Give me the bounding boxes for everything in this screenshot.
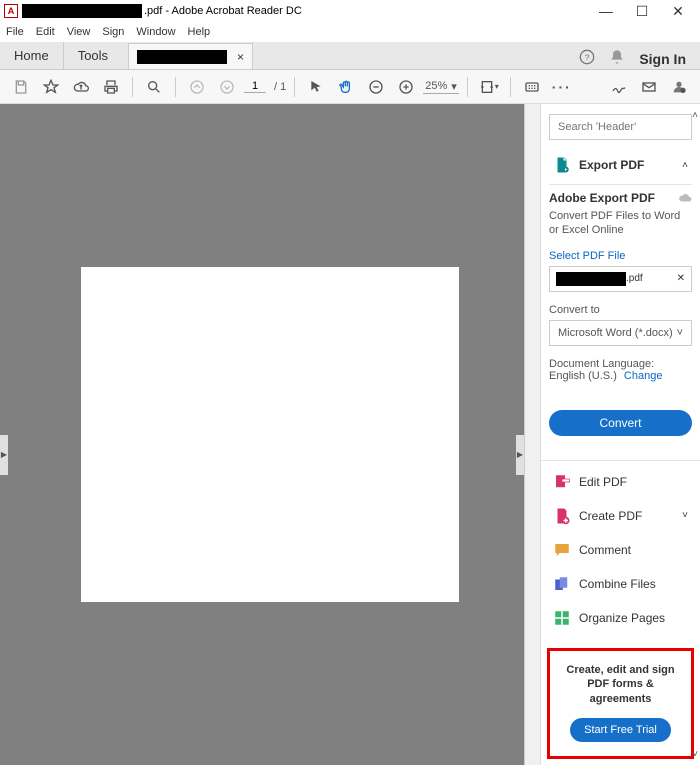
window-titlebar: A .pdf - Adobe Acrobat Reader DC — ☐ ✕ [0, 0, 700, 22]
tool-combine-label: Combine Files [579, 577, 656, 591]
adobe-export-title: Adobe Export PDF [549, 191, 655, 205]
menu-window[interactable]: Window [136, 26, 175, 38]
doclang-value: English (U.S.) [549, 370, 617, 382]
combine-files-icon [553, 575, 571, 593]
sidepanel-scrollbar[interactable]: ˄ ˅ [688, 104, 700, 765]
zoom-value: 25% [425, 80, 447, 92]
tool-create-label: Create PDF [579, 509, 642, 523]
share-email-icon[interactable] [636, 74, 662, 100]
promo-box: Create, edit and sign PDF forms & agreem… [547, 648, 694, 759]
left-panel-toggle[interactable]: ▶ [0, 435, 8, 475]
help-icon[interactable]: ? [579, 49, 595, 69]
menu-file[interactable]: File [6, 26, 24, 38]
start-free-trial-button[interactable]: Start Free Trial [570, 718, 671, 742]
convert-to-label: Convert to [549, 304, 692, 316]
export-pdf-label: Export PDF [579, 158, 682, 172]
convert-format-select[interactable]: Microsoft Word (*.docx) ˅ [549, 320, 692, 346]
close-window-button[interactable]: ✕ [660, 0, 696, 22]
tools-sidepanel: Export PDF ˄ Adobe Export PDF Convert PD… [540, 104, 700, 765]
tab-tools[interactable]: Tools [64, 42, 122, 69]
minimize-button[interactable]: — [588, 0, 624, 22]
redacted-tab-name [137, 50, 227, 64]
menubar: File Edit View Sign Window Help [0, 22, 700, 42]
convert-button[interactable]: Convert [549, 410, 692, 436]
tool-comment[interactable]: Comment [549, 533, 692, 567]
redacted-filename [22, 4, 142, 18]
more-icon[interactable]: ··· [549, 74, 575, 100]
close-tab-button[interactable]: × [237, 50, 244, 64]
comment-icon [553, 541, 571, 559]
read-mode-icon[interactable] [519, 74, 545, 100]
selected-file-ext: .pdf [626, 273, 643, 284]
menu-view[interactable]: View [67, 26, 91, 38]
page-total: / 1 [274, 81, 286, 93]
hand-tool-icon[interactable] [333, 74, 359, 100]
zoom-out-icon[interactable] [363, 74, 389, 100]
scroll-up-icon[interactable]: ˄ [688, 108, 700, 122]
fit-width-icon[interactable]: ▾ [476, 74, 502, 100]
chevron-down-icon: ▾ [451, 80, 457, 93]
zoom-select[interactable]: 25% ▾ [423, 80, 459, 94]
selected-file-chip[interactable]: .pdf ✕ [549, 266, 692, 292]
clear-file-icon[interactable]: ✕ [677, 273, 685, 284]
tool-edit-label: Edit PDF [579, 475, 627, 489]
tool-comment-label: Comment [579, 543, 631, 557]
zoom-in-icon[interactable] [393, 74, 419, 100]
right-panel-toggle[interactable]: ▶ [516, 435, 524, 475]
convert-format-value: Microsoft Word (*.docx) [558, 327, 673, 339]
tab-home[interactable]: Home [0, 42, 64, 69]
edit-pdf-icon [553, 473, 571, 491]
find-icon[interactable] [141, 74, 167, 100]
doclang-label: Document Language: [549, 358, 654, 370]
document-viewport[interactable]: ▶ ▶ [0, 104, 540, 765]
export-pdf-header[interactable]: Export PDF ˄ [549, 146, 692, 185]
sign-in-button[interactable]: Sign In [639, 51, 686, 67]
promo-text: Create, edit and sign PDF forms & agreem… [558, 663, 683, 706]
pdf-page [81, 267, 459, 602]
scroll-down-icon[interactable]: ˅ [688, 747, 700, 761]
tool-create-pdf[interactable]: Create PDF ˅ [549, 499, 692, 533]
window-title: .pdf - Adobe Acrobat Reader DC [144, 5, 302, 17]
menu-help[interactable]: Help [188, 26, 211, 38]
sign-tool-icon[interactable] [606, 74, 632, 100]
page-up-icon[interactable] [184, 74, 210, 100]
save-icon[interactable] [8, 74, 34, 100]
page-down-icon[interactable] [214, 74, 240, 100]
menu-edit[interactable]: Edit [36, 26, 55, 38]
export-description: Convert PDF Files to Word or Excel Onlin… [549, 209, 692, 238]
toolbar: / 1 25% ▾ ▾ ··· [0, 70, 700, 104]
tool-organize-pages[interactable]: Organize Pages [549, 601, 692, 635]
cloud-upload-icon[interactable] [68, 74, 94, 100]
doclang-change-link[interactable]: Change [624, 370, 663, 382]
notifications-icon[interactable] [609, 49, 625, 69]
organize-pages-icon [553, 609, 571, 627]
tab-document[interactable]: × [128, 43, 253, 69]
menu-sign[interactable]: Sign [102, 26, 124, 38]
export-pdf-icon [553, 156, 571, 174]
tool-combine-files[interactable]: Combine Files [549, 567, 692, 601]
search-tools-input[interactable] [549, 114, 692, 140]
svg-text:?: ? [585, 52, 590, 62]
select-file-label[interactable]: Select PDF File [549, 250, 692, 262]
tabstrip: Home Tools × ? Sign In [0, 42, 700, 70]
maximize-button[interactable]: ☐ [624, 0, 660, 22]
pointer-tool-icon[interactable] [303, 74, 329, 100]
app-icon: A [4, 4, 18, 18]
tool-redact[interactable]: Redact [549, 635, 692, 643]
page-number-input[interactable] [244, 80, 266, 93]
redacted-selected-filename [556, 272, 626, 286]
chevron-down-icon: ˅ [677, 327, 683, 339]
star-icon[interactable] [38, 74, 64, 100]
tool-edit-pdf[interactable]: Edit PDF [549, 465, 692, 499]
print-icon[interactable] [98, 74, 124, 100]
tool-organize-label: Organize Pages [579, 611, 665, 625]
profile-icon[interactable] [666, 74, 692, 100]
create-pdf-icon [553, 507, 571, 525]
document-scrollbar[interactable] [524, 104, 540, 765]
